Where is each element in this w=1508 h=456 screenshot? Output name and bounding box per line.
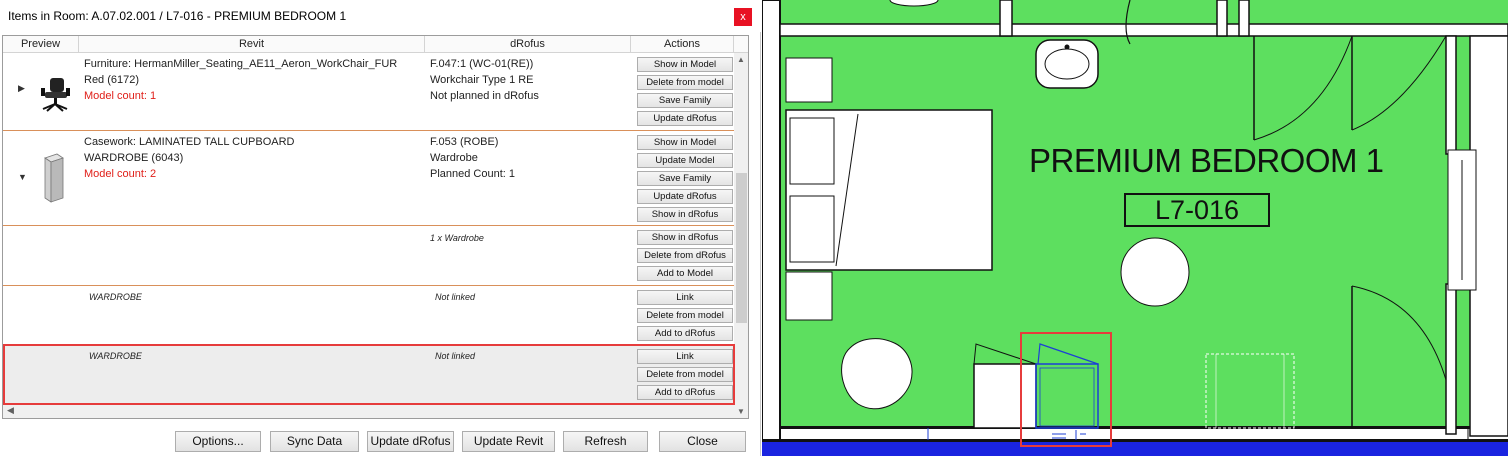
round-table xyxy=(1120,237,1190,307)
update-revit-button[interactable]: Update Revit xyxy=(462,431,555,452)
link-button[interactable]: Link xyxy=(637,290,733,305)
refresh-button[interactable]: Refresh xyxy=(563,431,648,452)
pillow xyxy=(789,195,835,263)
revit-item-text: Furniture: HermanMiller_Seating_AE11_Aer… xyxy=(84,56,397,104)
save-family-button[interactable]: Save Family xyxy=(637,93,733,108)
column-header-actions[interactable]: Actions xyxy=(631,36,734,53)
highlight-box-dialog xyxy=(3,344,735,405)
door-swing xyxy=(1351,35,1447,131)
show-in-drofus-button[interactable]: Show in dRofus xyxy=(637,207,733,222)
expand-right-icon[interactable]: ▶ xyxy=(18,83,25,94)
update-drofus-footer-button[interactable]: Update dRofus xyxy=(367,431,454,452)
add-to-drofus-button[interactable]: Add to dRofus xyxy=(637,326,733,341)
wall-bottom-edge xyxy=(762,426,1508,429)
wall-segment xyxy=(1216,0,1228,37)
basin-bowl xyxy=(1044,48,1090,80)
drofus-item-line: Not planned in dRofus xyxy=(430,90,539,102)
update-model-button[interactable]: Update Model xyxy=(637,153,733,168)
drofus-item-text: F.047:1 (WC-01(RE)) Workchair Type 1 RE … xyxy=(430,56,539,104)
drofus-note: Not linked xyxy=(435,292,476,302)
close-button[interactable]: Close xyxy=(659,431,746,452)
update-drofus-button[interactable]: Update dRofus xyxy=(637,111,733,126)
room-number-tag[interactable]: L7-016 xyxy=(1124,193,1270,227)
model-count: Model count: 1 xyxy=(84,90,157,102)
delete-from-drofus-button[interactable]: Delete from dRofus xyxy=(637,248,733,263)
add-to-model-button[interactable]: Add to Model xyxy=(637,266,733,281)
vertical-scrollbar[interactable]: ▲ ▼ xyxy=(734,53,748,418)
bedside-table xyxy=(785,57,833,103)
door-swing xyxy=(1253,35,1353,141)
items-in-room-dialog: Items in Room: A.07.02.001 / L7-016 - PR… xyxy=(0,0,761,456)
drofus-item-line: F.047:1 (WC-01(RE)) xyxy=(430,58,534,70)
column-header-revit[interactable]: Revit xyxy=(79,36,425,53)
furniture-outline xyxy=(1205,353,1295,429)
floor-strip xyxy=(762,440,1508,456)
model-count: Model count: 2 xyxy=(84,168,157,180)
room-name-tag[interactable]: PREMIUM BEDROOM 1 xyxy=(1029,142,1384,180)
drofus-item-line: Workchair Type 1 RE xyxy=(430,74,534,86)
revit-note: WARDROBE xyxy=(89,292,142,302)
table-row[interactable]: ▶ Furniture: HermanMiller_Seating_AE11_A… xyxy=(3,54,734,131)
delete-from-model-button[interactable]: Delete from model xyxy=(637,308,733,323)
column-header-preview[interactable]: Preview xyxy=(3,36,79,53)
wardrobe-preview-icon xyxy=(44,153,64,203)
door-swing xyxy=(1351,285,1447,381)
sync-data-button[interactable]: Sync Data xyxy=(270,431,359,452)
dialog-title: Items in Room: A.07.02.001 / L7-016 - PR… xyxy=(8,9,347,23)
scroll-up-icon[interactable]: ▲ xyxy=(737,55,745,64)
update-drofus-button[interactable]: Update dRofus xyxy=(637,189,733,204)
show-in-drofus-button[interactable]: Show in dRofus xyxy=(637,230,733,245)
expand-down-icon[interactable]: ▼ xyxy=(18,172,27,182)
revit-item-line: WARDROBE (6043) xyxy=(84,152,184,164)
highlight-box-plan xyxy=(1020,332,1112,447)
bedside-table xyxy=(785,271,833,321)
wall-bottom-edge xyxy=(762,439,1508,442)
basin-tap xyxy=(1064,44,1070,50)
floor-plan-view[interactable]: PREMIUM BEDROOM 1 L7-016 xyxy=(762,0,1508,456)
wall-segment xyxy=(1238,0,1250,37)
show-in-model-button[interactable]: Show in Model xyxy=(637,57,733,72)
pillow xyxy=(789,117,835,185)
revit-item-line: Furniture: HermanMiller_Seating_AE11_Aer… xyxy=(84,58,398,70)
scroll-down-icon[interactable]: ▼ xyxy=(737,407,745,416)
wall-bottom xyxy=(762,428,1508,440)
drofus-item-text: F.053 (ROBE) Wardrobe Planned Count: 1 xyxy=(430,134,515,182)
revit-item-line: Casework: LAMINATED TALL CUPBOARD xyxy=(84,136,295,148)
wall-top xyxy=(779,23,1508,37)
scrollbar-thumb[interactable] xyxy=(736,173,747,323)
options-button[interactable]: Options... xyxy=(175,431,261,452)
door-swing xyxy=(1125,0,1131,45)
revit-item-line: Red (6172) xyxy=(84,74,140,86)
drofus-note: 1 x Wardrobe xyxy=(430,233,484,243)
drofus-item-line: F.053 (ROBE) xyxy=(430,136,499,148)
scroll-left-icon[interactable]: ◀ xyxy=(7,405,14,416)
wall-segment xyxy=(999,0,1013,37)
delete-from-model-button[interactable]: Delete from model xyxy=(637,75,733,90)
armchair xyxy=(841,338,913,410)
column-header-drofus[interactable]: dRofus xyxy=(425,36,631,53)
revit-item-text: Casework: LAMINATED TALL CUPBOARD WARDRO… xyxy=(84,134,294,182)
wall-left xyxy=(762,0,781,441)
drofus-item-line: Planned Count: 1 xyxy=(430,168,516,180)
table-row[interactable]: ▼ Casework: LAMINATED TALL CUPBOARD WARD… xyxy=(3,132,734,226)
drofus-item-line: Wardrobe xyxy=(430,152,478,164)
floor-plan-drawing xyxy=(762,0,1508,456)
grid-header: Preview Revit dRofus Actions xyxy=(3,36,748,53)
save-family-button[interactable]: Save Family xyxy=(637,171,733,186)
fixture-top xyxy=(889,0,939,7)
dialog-titlebar: Items in Room: A.07.02.001 / L7-016 - PR… xyxy=(0,0,761,32)
show-in-model-button[interactable]: Show in Model xyxy=(637,135,733,150)
close-icon[interactable]: x xyxy=(734,8,752,26)
horizontal-scrollbar[interactable]: ◀ xyxy=(3,403,734,418)
table-row[interactable]: WARDROBE Not linked Link Delete from mod… xyxy=(3,287,734,345)
wall-right xyxy=(1445,283,1457,435)
wall-right xyxy=(1445,35,1457,155)
chair-preview-icon xyxy=(41,78,70,112)
table-row[interactable]: 1 x Wardrobe Show in dRofus Delete from … xyxy=(3,227,734,286)
